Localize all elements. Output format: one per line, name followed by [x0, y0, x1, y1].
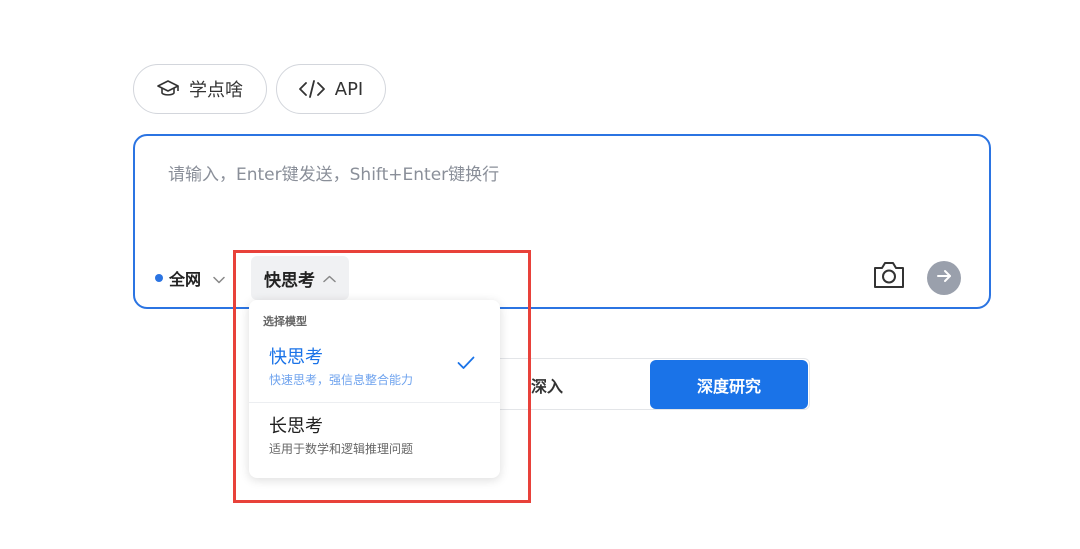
- camera-icon[interactable]: [872, 260, 906, 294]
- code-brackets-icon: [298, 80, 325, 98]
- send-button[interactable]: [927, 261, 961, 295]
- chat-input-box[interactable]: 请输入，Enter键发送，Shift+Enter键换行 全网 快思考: [133, 134, 991, 309]
- learn-chip-button[interactable]: 学点啥: [133, 64, 267, 114]
- graduation-cap-icon: [157, 80, 179, 98]
- chevron-up-icon: [323, 268, 336, 288]
- model-option-long-think[interactable]: 长思考 适用于数学和逻辑推理问题: [249, 402, 500, 468]
- web-scope-selector[interactable]: 全网: [155, 266, 225, 290]
- search-mode-bar: 深入 深度研究: [496, 358, 810, 410]
- model-option-fast-think[interactable]: 快思考 快速思考，强信息整合能力: [249, 334, 500, 400]
- web-scope-label: 全网: [169, 270, 202, 289]
- model-option-title: 快思考: [269, 347, 323, 368]
- model-dropdown-menu: 选择模型 快思考 快速思考，强信息整合能力 长思考 适用于数学和逻辑推理问题: [249, 300, 500, 478]
- chevron-down-icon: [213, 269, 225, 288]
- mode-deep-research-button[interactable]: 深度研究: [650, 360, 808, 409]
- model-select-label: 快思考: [264, 270, 315, 291]
- mode-deep-button[interactable]: 深入: [531, 373, 563, 397]
- chat-input-placeholder[interactable]: 请输入，Enter键发送，Shift+Enter键换行: [168, 160, 499, 185]
- api-chip-label: API: [334, 78, 364, 100]
- learn-chip-label: 学点啥: [189, 80, 243, 101]
- model-option-desc: 快速思考，强信息整合能力: [269, 373, 414, 387]
- model-option-title: 长思考: [269, 416, 323, 437]
- model-select-button[interactable]: 快思考: [251, 256, 349, 300]
- dropdown-header: 选择模型: [263, 315, 307, 328]
- api-chip-button[interactable]: API: [276, 64, 386, 114]
- web-scope-dot: [155, 274, 163, 282]
- check-icon: [457, 355, 475, 374]
- model-option-desc: 适用于数学和逻辑推理问题: [269, 442, 414, 456]
- arrow-right-icon: [936, 268, 952, 288]
